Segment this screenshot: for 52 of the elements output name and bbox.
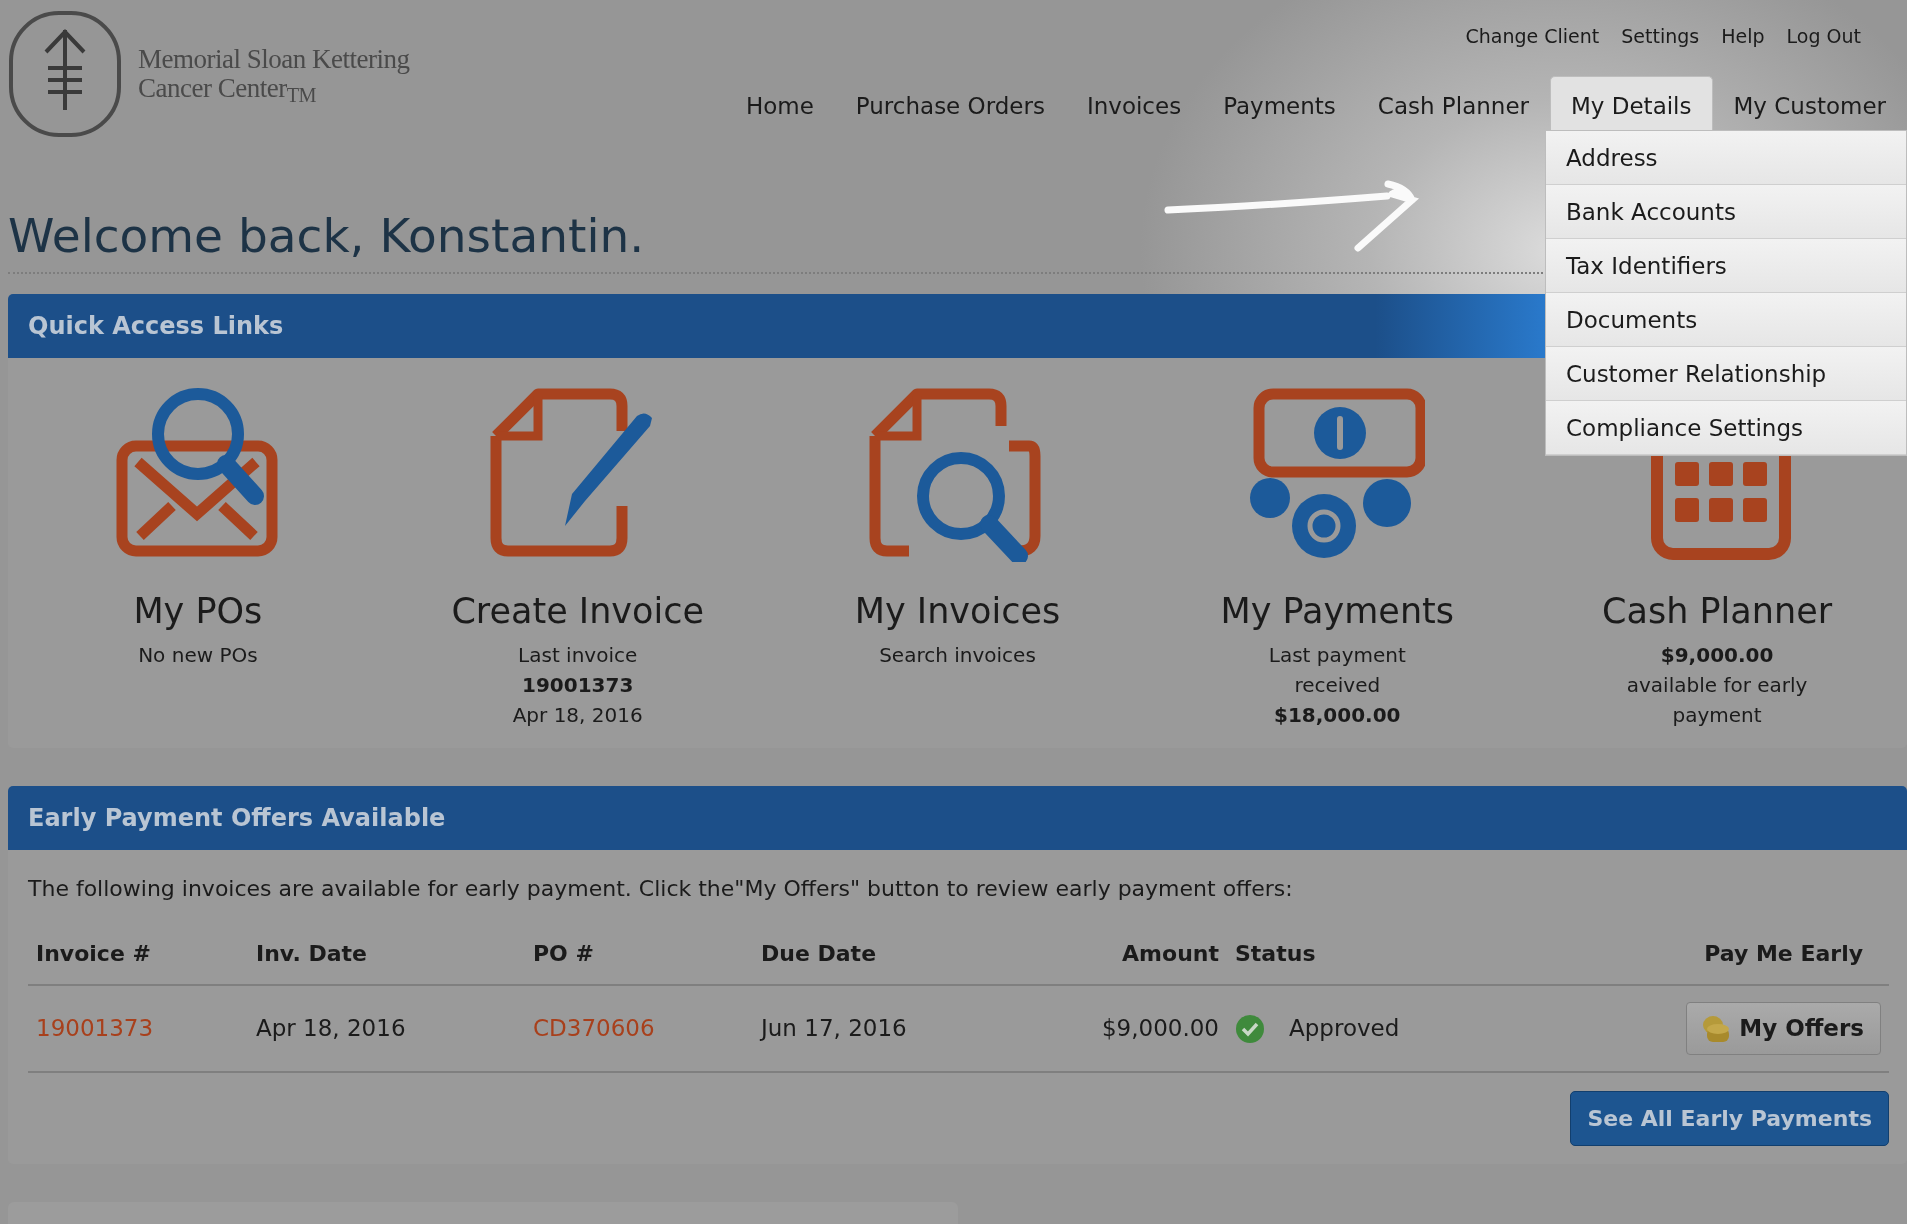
quick-link-detail: payment <box>1672 702 1762 730</box>
table-cell: Apr 18, 2016 <box>256 1015 406 1042</box>
nav-tab[interactable]: My Details <box>1550 76 1713 133</box>
quick-link-detail: Search invoices <box>879 642 1036 670</box>
column-header: Pay Me Early <box>1678 917 1889 986</box>
coins-icon <box>1701 1013 1732 1044</box>
menu-item[interactable]: Compliance Settings <box>1546 401 1906 455</box>
quick-link-title[interactable]: My Invoices <box>854 590 1061 633</box>
menu-item[interactable]: Documents <box>1546 293 1906 347</box>
quick-link-detail: Last payment <box>1268 642 1406 670</box>
top-link[interactable]: Log Out <box>1786 22 1861 51</box>
nav-tab[interactable]: Invoices <box>1065 76 1203 133</box>
logo-text: Memorial Sloan Kettering Cancer Center$_{TM}$ <box>138 45 410 103</box>
panel-header: Early Payment Offers Available <box>8 786 1907 851</box>
quick-link-detail: $9,000.00 <box>1660 642 1774 670</box>
quick-link-detail: 19001373 <box>522 672 634 700</box>
intro-text: The following invoices are available for early payment. Click the"My Offers" button to review early payment offers: <box>27 875 1294 904</box>
table-cell: Jun 17, 2016 <box>761 1015 907 1042</box>
status-text: Approved <box>1289 1014 1400 1044</box>
column-header: PO # <box>525 917 753 986</box>
column-header: Inv. Date <box>248 917 525 986</box>
column-header: Due Date <box>753 917 1063 986</box>
top-link[interactable]: Change Client <box>1465 22 1600 51</box>
quick-link-detail: Apr 18, 2016 <box>512 702 643 730</box>
quick-link-detail: Last invoice <box>518 642 638 670</box>
top-link[interactable]: Settings <box>1621 22 1700 51</box>
table-cell: $9,000.00 <box>1101 1015 1219 1042</box>
nav-tab[interactable]: My Customer <box>1712 76 1907 133</box>
menu-item[interactable]: Tax Identifiers <box>1546 239 1906 293</box>
menu-item[interactable]: Bank Accounts <box>1546 185 1906 239</box>
nav-tab[interactable]: Payments <box>1202 76 1357 133</box>
check-icon <box>1235 1013 1265 1044</box>
top-link[interactable]: Help <box>1721 22 1765 51</box>
quick-link-title[interactable]: Cash Planner <box>1602 590 1833 633</box>
quick-link-title[interactable]: Create Invoice <box>451 590 704 633</box>
column-header: Status <box>1227 917 1679 986</box>
logo-icon <box>8 10 122 138</box>
quick-link-detail: received <box>1294 672 1381 700</box>
column-header: Invoice # <box>28 917 248 986</box>
nav-tab[interactable]: Home <box>724 76 835 133</box>
quick-link-detail: available for early <box>1626 672 1808 700</box>
see-all-button[interactable]: See All Early Payments <box>1570 1090 1889 1146</box>
menu-item[interactable]: Customer Relationship <box>1546 347 1906 401</box>
quick-link-title[interactable]: My POs <box>133 590 263 633</box>
quick-link-detail: No new POs <box>138 642 258 670</box>
nav-tab[interactable]: Purchase Orders <box>834 76 1066 133</box>
my-offers-button[interactable]: My Offers <box>1686 1002 1881 1055</box>
quick-link-title[interactable]: My Payments <box>1220 590 1455 633</box>
quick-link-detail: $18,000.00 <box>1274 702 1401 730</box>
nav-tab[interactable]: Cash Planner <box>1356 76 1550 133</box>
menu-item[interactable]: Address <box>1546 131 1906 185</box>
column-header: Amount <box>1063 917 1227 986</box>
